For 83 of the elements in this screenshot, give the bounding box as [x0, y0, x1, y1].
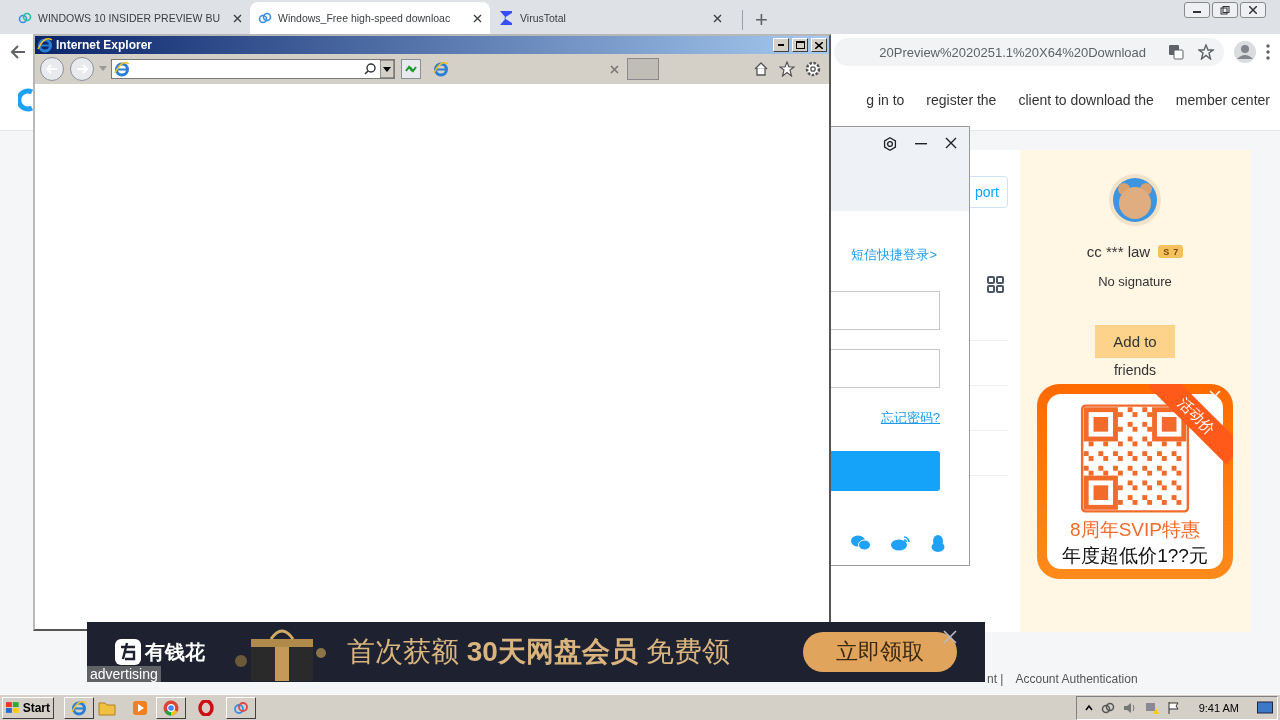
settings-icon[interactable]: [805, 61, 821, 77]
grid-icon[interactable]: [987, 276, 1004, 293]
sigma-icon: [498, 10, 514, 26]
maximize-button[interactable]: [792, 38, 808, 52]
promo-card[interactable]: 8周年SVIP特惠 年度超低价1??元 活动价: [1037, 384, 1233, 579]
menu-icon[interactable]: [1266, 44, 1270, 60]
opera-icon[interactable]: [198, 699, 214, 716]
ie-logo-icon: [37, 37, 53, 53]
minimize-icon[interactable]: [915, 143, 927, 145]
nav-link[interactable]: member center: [1175, 92, 1270, 108]
show-desktop-icon[interactable]: [1257, 700, 1273, 715]
profile-avatar-icon[interactable]: [1234, 41, 1256, 63]
clock[interactable]: 9:41 AM: [1198, 701, 1239, 714]
settings-icon[interactable]: [883, 137, 897, 151]
maximize-icon: [795, 41, 805, 49]
ie-logo-icon: [114, 61, 130, 77]
nav-link[interactable]: g in to: [866, 92, 905, 108]
site-icon: [18, 11, 32, 25]
ie-logo-icon: [71, 699, 87, 716]
minimize-button[interactable]: [1184, 2, 1210, 18]
address-field[interactable]: [111, 59, 395, 79]
window-title: Internet Explorer: [56, 38, 154, 52]
close-icon[interactable]: [713, 13, 722, 23]
avatar: [1108, 173, 1162, 227]
flag-icon[interactable]: [1166, 700, 1181, 715]
back-button[interactable]: [39, 56, 65, 82]
site-logo-icon: [18, 88, 34, 112]
address-bar[interactable]: 20Preview%2020251.1%20X64%20Download: [834, 38, 1224, 66]
footer-link[interactable]: nt |: [987, 671, 1004, 686]
add-friend-text: friends: [1114, 362, 1156, 378]
star-icon[interactable]: [779, 61, 795, 77]
browser-tab[interactable]: Windows_Free high-speed downloac: [250, 2, 490, 34]
dropdown-button[interactable]: [380, 60, 394, 78]
restore-button[interactable]: [1212, 2, 1238, 18]
restore-icon: [1220, 5, 1230, 15]
close-icon[interactable]: [473, 13, 482, 23]
level-badge: S 7: [1158, 245, 1184, 258]
close-icon[interactable]: [233, 13, 242, 23]
ad-label: advertising: [87, 666, 161, 682]
taskbar-cloud-button[interactable]: [226, 696, 256, 719]
promo-title: 8周年SVIP特惠: [1070, 518, 1200, 542]
footer-link[interactable]: Account Authentication: [1015, 671, 1138, 686]
search-icon[interactable]: [364, 63, 376, 75]
ie-logo-icon: [433, 61, 449, 77]
close-icon: [815, 41, 823, 49]
minimize-icon: [778, 44, 784, 46]
back-arrow-icon[interactable]: [10, 44, 26, 60]
taskbar-chrome-button[interactable]: [156, 696, 186, 719]
chrome-icon: [163, 699, 179, 716]
forward-button[interactable]: [69, 56, 95, 82]
add-friend-button[interactable]: Add to: [1095, 325, 1175, 358]
start-button[interactable]: Start: [2, 696, 54, 719]
browser-tab[interactable]: WINDOWS 10 INSIDER PREVIEW BU: [10, 2, 250, 34]
penguin-icon[interactable]: [931, 535, 945, 553]
browser-tab[interactable]: VirusTotal: [490, 2, 730, 34]
close-icon: [1249, 6, 1257, 14]
claim-button[interactable]: 立即领取: [803, 632, 957, 672]
nav-link[interactable]: register the: [926, 92, 997, 108]
user-name: cc *** law: [1086, 243, 1151, 260]
star-icon[interactable]: [1198, 44, 1214, 60]
close-icon[interactable]: [943, 630, 957, 644]
refresh-button[interactable]: [401, 59, 421, 79]
signature-text: No signature: [1098, 274, 1172, 289]
nav-link[interactable]: client to download the: [1018, 92, 1154, 108]
home-icon[interactable]: [753, 61, 769, 77]
windows-flag-icon: [6, 701, 20, 714]
chevron-up-icon[interactable]: [1084, 703, 1093, 712]
promo-subtitle: 年度超低价1??元: [1062, 544, 1208, 568]
brand-name: 有钱花: [145, 639, 205, 665]
password-field[interactable]: [830, 349, 940, 388]
close-icon[interactable]: [945, 137, 957, 149]
brand-logo-icon: [115, 639, 141, 665]
new-tab-button[interactable]: +: [742, 10, 768, 30]
wechat-icon[interactable]: [851, 535, 871, 551]
ad-banner[interactable]: 有钱花 首次获额 30天网盘会员 免费领 立即领取 advertising: [87, 622, 985, 682]
translate-icon[interactable]: [1168, 44, 1184, 60]
ad-headline: 首次获额 30天网盘会员 免费领: [347, 635, 730, 669]
taskbar-ie-button[interactable]: [64, 696, 94, 719]
speaker-icon[interactable]: [1122, 700, 1137, 715]
weibo-icon[interactable]: [891, 535, 911, 551]
media-player-icon[interactable]: [132, 699, 148, 716]
close-button[interactable]: [1240, 2, 1266, 18]
username-field[interactable]: [830, 291, 940, 330]
